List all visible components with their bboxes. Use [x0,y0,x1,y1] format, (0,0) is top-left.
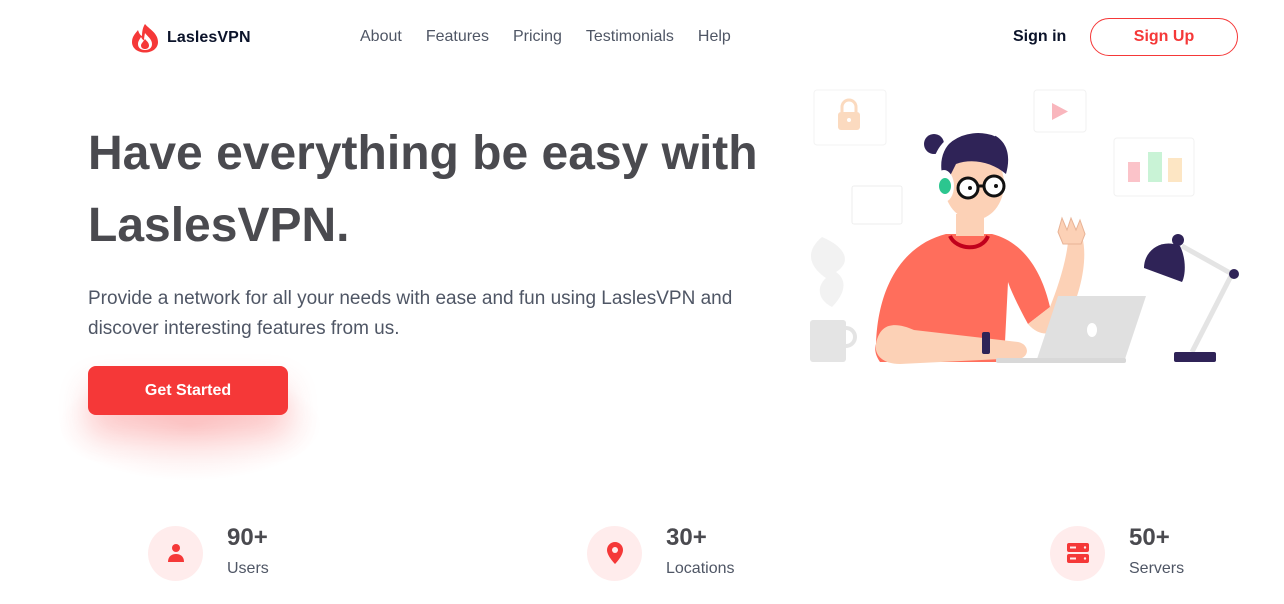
steam-shape [810,237,845,307]
get-started-button[interactable]: Get Started [88,366,288,415]
brand-name: LaslesVPN [167,29,251,46]
flame-logo-icon [132,24,158,53]
nav-link-pricing[interactable]: Pricing [513,28,562,46]
hero-subtitle: Provide a network for all your needs wit… [88,288,733,339]
location-pin-icon [606,542,623,564]
stat-icon-circle [148,525,203,581]
stat-value: 30+ [666,524,707,551]
lock-card [813,89,887,146]
nav-link-about[interactable]: About [360,28,402,46]
signup-button[interactable]: Sign Up [1090,18,1238,56]
stat-icon-circle [587,525,642,581]
stat-icon-circle [1050,525,1105,581]
nav-link-testimonials[interactable]: Testimonials [586,28,674,46]
stat-servers: 50+ Servers [1050,524,1184,582]
stat-users: 90+ Users [148,524,269,582]
main-nav: About Features Pricing Testimonials Help [360,28,731,46]
blank-card [851,185,903,225]
desk-lamp [1144,234,1239,362]
signin-link[interactable]: Sign in [1013,28,1066,46]
stat-label: Users [227,560,269,577]
mug [810,320,857,362]
stat-locations: 30+ Locations [587,524,735,582]
user-icon [167,544,184,562]
hero-illustration [810,89,1239,364]
server-icon [1066,543,1089,563]
nav-link-features[interactable]: Features [426,28,489,46]
stat-label: Servers [1129,560,1185,577]
stat-value: 50+ [1129,524,1170,551]
hero-title: Have everything be easy with LaslesVPN. [88,127,758,252]
stat-value: 90+ [227,524,268,551]
play-card [1033,89,1087,133]
brand-logo[interactable]: LaslesVPN [131,23,251,53]
nav-link-help[interactable]: Help [698,28,731,46]
stat-label: Locations [666,560,735,577]
chart-card [1113,137,1195,197]
